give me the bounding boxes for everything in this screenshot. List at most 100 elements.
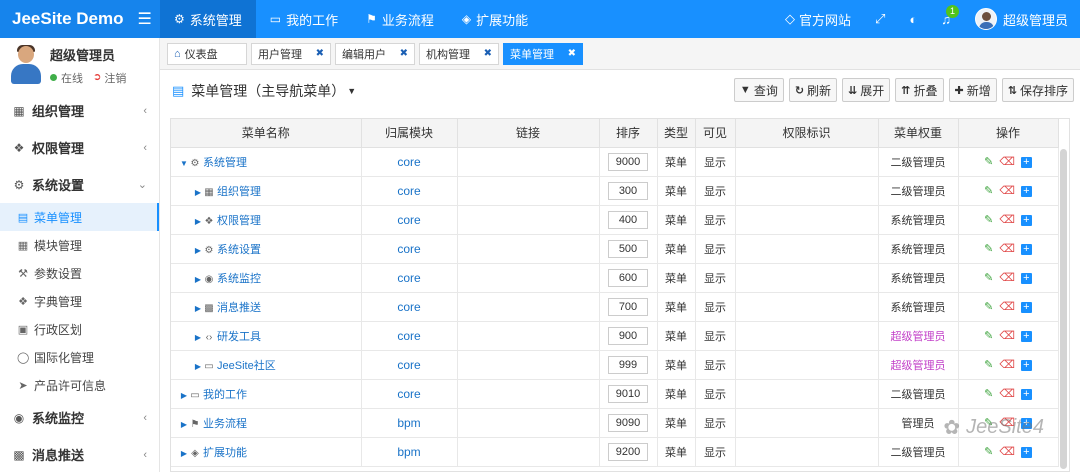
dashboard-button[interactable]: ◐: [897, 0, 929, 38]
sort-input[interactable]: 999: [608, 355, 648, 374]
edit-icon[interactable]: ✎: [984, 446, 993, 458]
caret-right-icon[interactable]: ▶: [193, 362, 203, 371]
menu-name-link[interactable]: 我的工作: [203, 389, 247, 401]
tab-org-manage[interactable]: 机构管理 ✖: [419, 42, 499, 65]
sort-input[interactable]: 300: [608, 181, 648, 200]
add-child-icon[interactable]: +: [1020, 447, 1032, 458]
sidebar-group-message[interactable]: ▩ 消息推送 ‹: [0, 436, 159, 472]
table-row[interactable]: ▶ ▭ JeeSite社区 core 999 菜单 显示 超级管理员 ✎ ⌫ +: [171, 350, 1059, 380]
table-row[interactable]: ▶ ▩ 消息推送 core 700 菜单 显示 系统管理员 ✎ ⌫ +: [171, 292, 1059, 322]
column-header[interactable]: 可见: [695, 119, 736, 148]
sort-input[interactable]: 600: [608, 268, 648, 287]
caret-right-icon[interactable]: ▶: [193, 304, 203, 313]
add-child-icon[interactable]: +: [1020, 302, 1032, 313]
sidebar-item-params[interactable]: ⚒ 参数设置: [0, 259, 159, 287]
sidebar-item-area[interactable]: ▣ 行政区划: [0, 315, 159, 343]
menu-name-link[interactable]: 研发工具: [217, 331, 261, 343]
caret-right-icon[interactable]: ▶: [179, 391, 189, 400]
edit-icon[interactable]: ✎: [984, 272, 993, 284]
caret-right-icon[interactable]: ▶: [193, 188, 203, 197]
sidebar-group-org[interactable]: ▦ 组织管理 ‹: [0, 92, 159, 129]
sidebar-item-menu[interactable]: ▤ 菜单管理: [0, 203, 159, 231]
collapse-button[interactable]: ⇈ 折叠: [895, 78, 944, 102]
sidebar-item-i18n[interactable]: ◯ 国际化管理: [0, 343, 159, 371]
menu-name-link[interactable]: JeeSite社区: [217, 360, 276, 372]
add-child-icon[interactable]: +: [1020, 389, 1032, 400]
table-row[interactable]: ▶ ⚑ 业务流程 bpm 9090 菜单 显示 管理员 ✎ ⌫ +: [171, 408, 1059, 438]
sort-input[interactable]: 900: [608, 326, 648, 345]
menu-name-link[interactable]: 组织管理: [217, 186, 261, 198]
tab-dashboard[interactable]: ⌂ 仪表盘: [167, 42, 247, 65]
sort-input[interactable]: 500: [608, 239, 648, 258]
delete-icon[interactable]: ⌫: [999, 330, 1015, 342]
refresh-button[interactable]: ↻ 刷新: [788, 78, 838, 102]
sort-input[interactable]: 700: [608, 297, 648, 316]
top-nav-extend[interactable]: ◈ 扩展功能: [448, 0, 542, 38]
logout-link[interactable]: 注销: [104, 70, 126, 86]
sort-input[interactable]: 9000: [608, 152, 648, 171]
sort-input[interactable]: 400: [608, 210, 648, 229]
add-child-icon[interactable]: +: [1020, 215, 1032, 226]
delete-icon[interactable]: ⌫: [999, 243, 1015, 255]
tab-user-manage[interactable]: 用户管理 ✖: [251, 42, 331, 65]
table-row[interactable]: ▼ ⚙ 系统管理 core 9000 菜单 显示 二级管理员 ✎ ⌫ +: [171, 147, 1059, 177]
caret-right-icon[interactable]: ▶: [193, 246, 203, 255]
edit-icon[interactable]: ✎: [984, 214, 993, 226]
edit-icon[interactable]: ✎: [984, 156, 993, 168]
close-icon[interactable]: ✖: [484, 48, 492, 59]
official-website-link[interactable]: ◇ 官方网站: [773, 0, 863, 38]
delete-icon[interactable]: ⌫: [999, 185, 1015, 197]
add-child-icon[interactable]: +: [1020, 331, 1032, 342]
table-row[interactable]: ▶ ‹› 研发工具 core 900 菜单 显示 超级管理员 ✎ ⌫ +: [171, 321, 1059, 351]
menu-name-link[interactable]: 系统监控: [217, 273, 261, 285]
expand-button[interactable]: ⇊ 展开: [842, 78, 891, 102]
notification-button[interactable]: ♫ 1: [929, 0, 963, 38]
delete-icon[interactable]: ⌫: [999, 214, 1015, 226]
sort-input[interactable]: 9090: [608, 413, 648, 432]
sort-input[interactable]: 9200: [608, 442, 648, 461]
edit-icon[interactable]: ✎: [984, 330, 993, 342]
top-nav-mywork[interactable]: ▭ 我的工作: [256, 0, 352, 38]
table-row[interactable]: ▶ ◉ 系统监控 core 600 菜单 显示 系统管理员 ✎ ⌫ +: [171, 263, 1059, 293]
menu-name-link[interactable]: 消息推送: [217, 302, 261, 314]
menu-name-link[interactable]: 系统管理: [203, 157, 247, 169]
delete-icon[interactable]: ⌫: [999, 301, 1015, 313]
delete-icon[interactable]: ⌫: [999, 446, 1015, 458]
close-icon[interactable]: ✖: [568, 48, 576, 59]
query-button[interactable]: ▼ 查询: [733, 78, 784, 102]
tab-edit-user[interactable]: 编辑用户 ✖: [335, 42, 415, 65]
menu-name-link[interactable]: 系统设置: [217, 244, 261, 256]
fullscreen-button[interactable]: ⤢: [863, 0, 897, 38]
column-header[interactable]: 菜单权重: [878, 119, 959, 148]
sidebar-item-module[interactable]: ▦ 模块管理: [0, 231, 159, 259]
close-icon[interactable]: ✖: [400, 48, 408, 59]
column-header[interactable]: 链接: [457, 119, 600, 148]
menu-name-link[interactable]: 业务流程: [203, 418, 247, 430]
table-row[interactable]: ▶ ▭ 我的工作 core 9010 菜单 显示 二级管理员 ✎ ⌫ +: [171, 379, 1059, 409]
add-child-icon[interactable]: +: [1020, 273, 1032, 284]
table-row[interactable]: ▶ ❖ 权限管理 core 400 菜单 显示 系统管理员 ✎ ⌫ +: [171, 205, 1059, 235]
add-child-icon[interactable]: +: [1020, 360, 1032, 371]
caret-right-icon[interactable]: ▶: [179, 449, 189, 458]
column-header[interactable]: 权限标识: [735, 119, 879, 148]
column-header[interactable]: 归属模块: [361, 119, 458, 148]
tab-menu-manage[interactable]: 菜单管理 ✖: [503, 42, 583, 65]
caret-down-icon[interactable]: ▼: [179, 159, 189, 168]
column-header[interactable]: 菜单名称: [171, 119, 362, 148]
top-nav-bpm[interactable]: ⚑ 业务流程: [352, 0, 448, 38]
menu-name-link[interactable]: 权限管理: [217, 215, 261, 227]
delete-icon[interactable]: ⌫: [999, 388, 1015, 400]
delete-icon[interactable]: ⌫: [999, 359, 1015, 371]
delete-icon[interactable]: ⌫: [999, 156, 1015, 168]
sidebar-group-monitor[interactable]: ◉ 系统监控 ‹: [0, 399, 159, 436]
sidebar-group-permission[interactable]: ❖ 权限管理 ‹: [0, 129, 159, 166]
add-child-icon[interactable]: +: [1020, 157, 1032, 168]
caret-right-icon[interactable]: ▶: [193, 217, 203, 226]
user-menu[interactable]: 超级管理员: [963, 0, 1080, 38]
edit-icon[interactable]: ✎: [984, 359, 993, 371]
sidebar-group-settings[interactable]: ⚙ 系统设置 ⌄: [0, 166, 159, 203]
sidebar-item-dict[interactable]: ❖ 字典管理: [0, 287, 159, 315]
menu-toggle-icon[interactable]: ☰: [138, 9, 152, 29]
caret-right-icon[interactable]: ▶: [179, 420, 189, 429]
table-row[interactable]: ▶ ⚙ 系统设置 core 500 菜单 显示 系统管理员 ✎ ⌫ +: [171, 234, 1059, 264]
